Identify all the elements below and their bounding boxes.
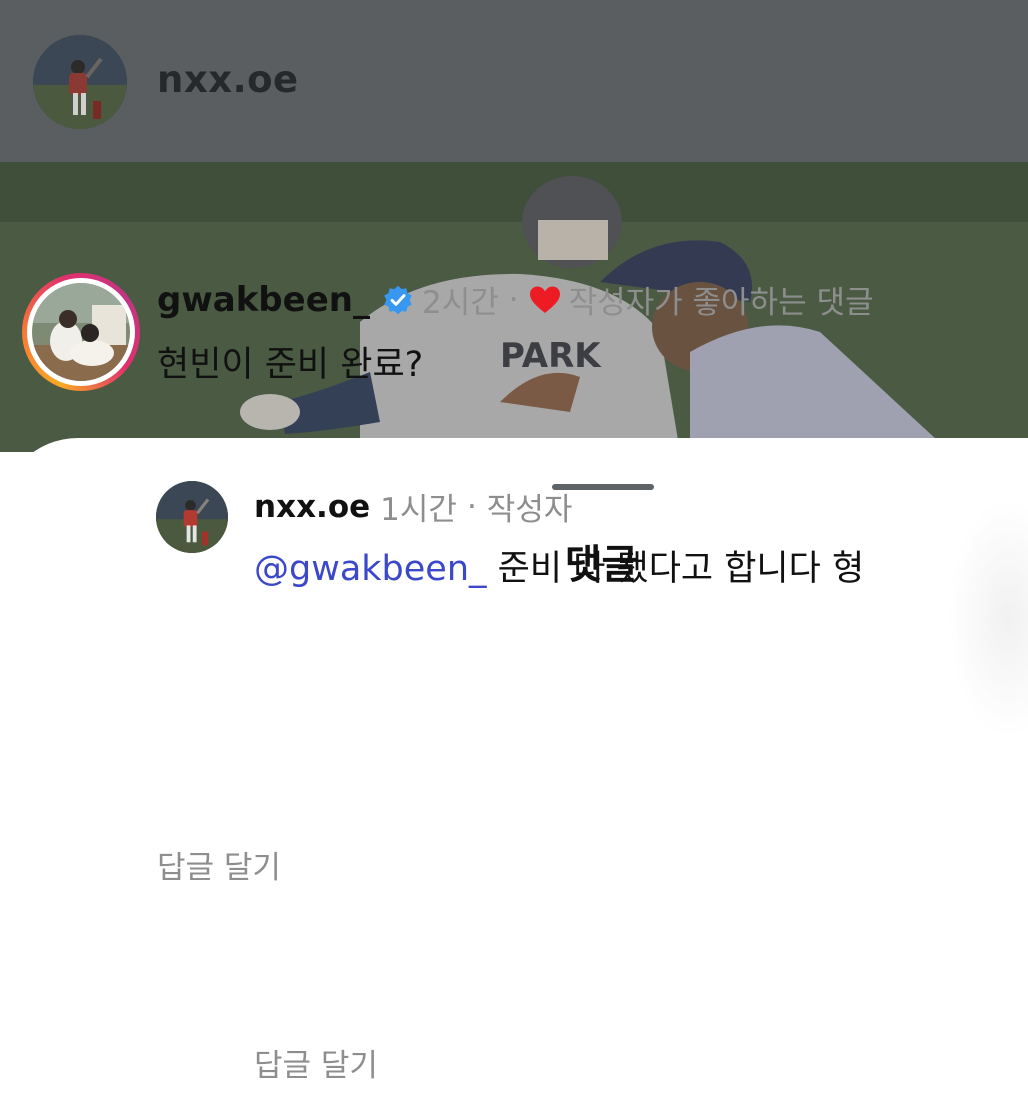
reply-time: 1시간	[380, 492, 457, 528]
heart-icon	[529, 286, 560, 313]
mention-link[interactable]: @gwakbeen_	[254, 549, 487, 589]
post-author-avatar[interactable]	[33, 35, 127, 129]
post-author-username[interactable]: nxx.oe	[157, 58, 299, 101]
meta-separator: ·	[508, 281, 519, 318]
comment-text: 현빈이 준비 완료?	[157, 345, 424, 385]
comment-time: 2시간	[421, 285, 499, 321]
jersey-text: PARK	[500, 336, 602, 376]
meta-separator: ·	[466, 488, 477, 525]
post-header: nxx.oe	[0, 0, 1028, 162]
commenter-avatar[interactable]	[22, 273, 140, 391]
reply-meta: nxx.oe 1시간 · 작성자	[254, 484, 572, 529]
liked-by-author-label: 작성자가 좋아하는 댓글	[568, 285, 874, 321]
verified-badge-icon	[384, 285, 412, 314]
reply-author-avatar[interactable]	[156, 481, 228, 553]
author-label: 작성자	[486, 492, 573, 528]
commenter-username[interactable]: gwakbeen_	[157, 280, 370, 320]
reply-text: @gwakbeen_ 준비 다 됐다고 합니다 형	[254, 540, 864, 591]
reply-body: 준비 다 됐다고 합니다 형	[486, 549, 865, 589]
reply-author-username[interactable]: nxx.oe	[254, 489, 370, 525]
comments-sheet: 댓글	[0, 438, 1028, 1100]
reply-button[interactable]: 답글 달기	[254, 1040, 378, 1085]
commenter-avatar-photo	[32, 283, 130, 381]
reply-button[interactable]: 답글 달기	[157, 842, 281, 887]
comment-meta: gwakbeen_ 2시간 · 작성자가 좋아하는 댓글	[157, 277, 874, 322]
